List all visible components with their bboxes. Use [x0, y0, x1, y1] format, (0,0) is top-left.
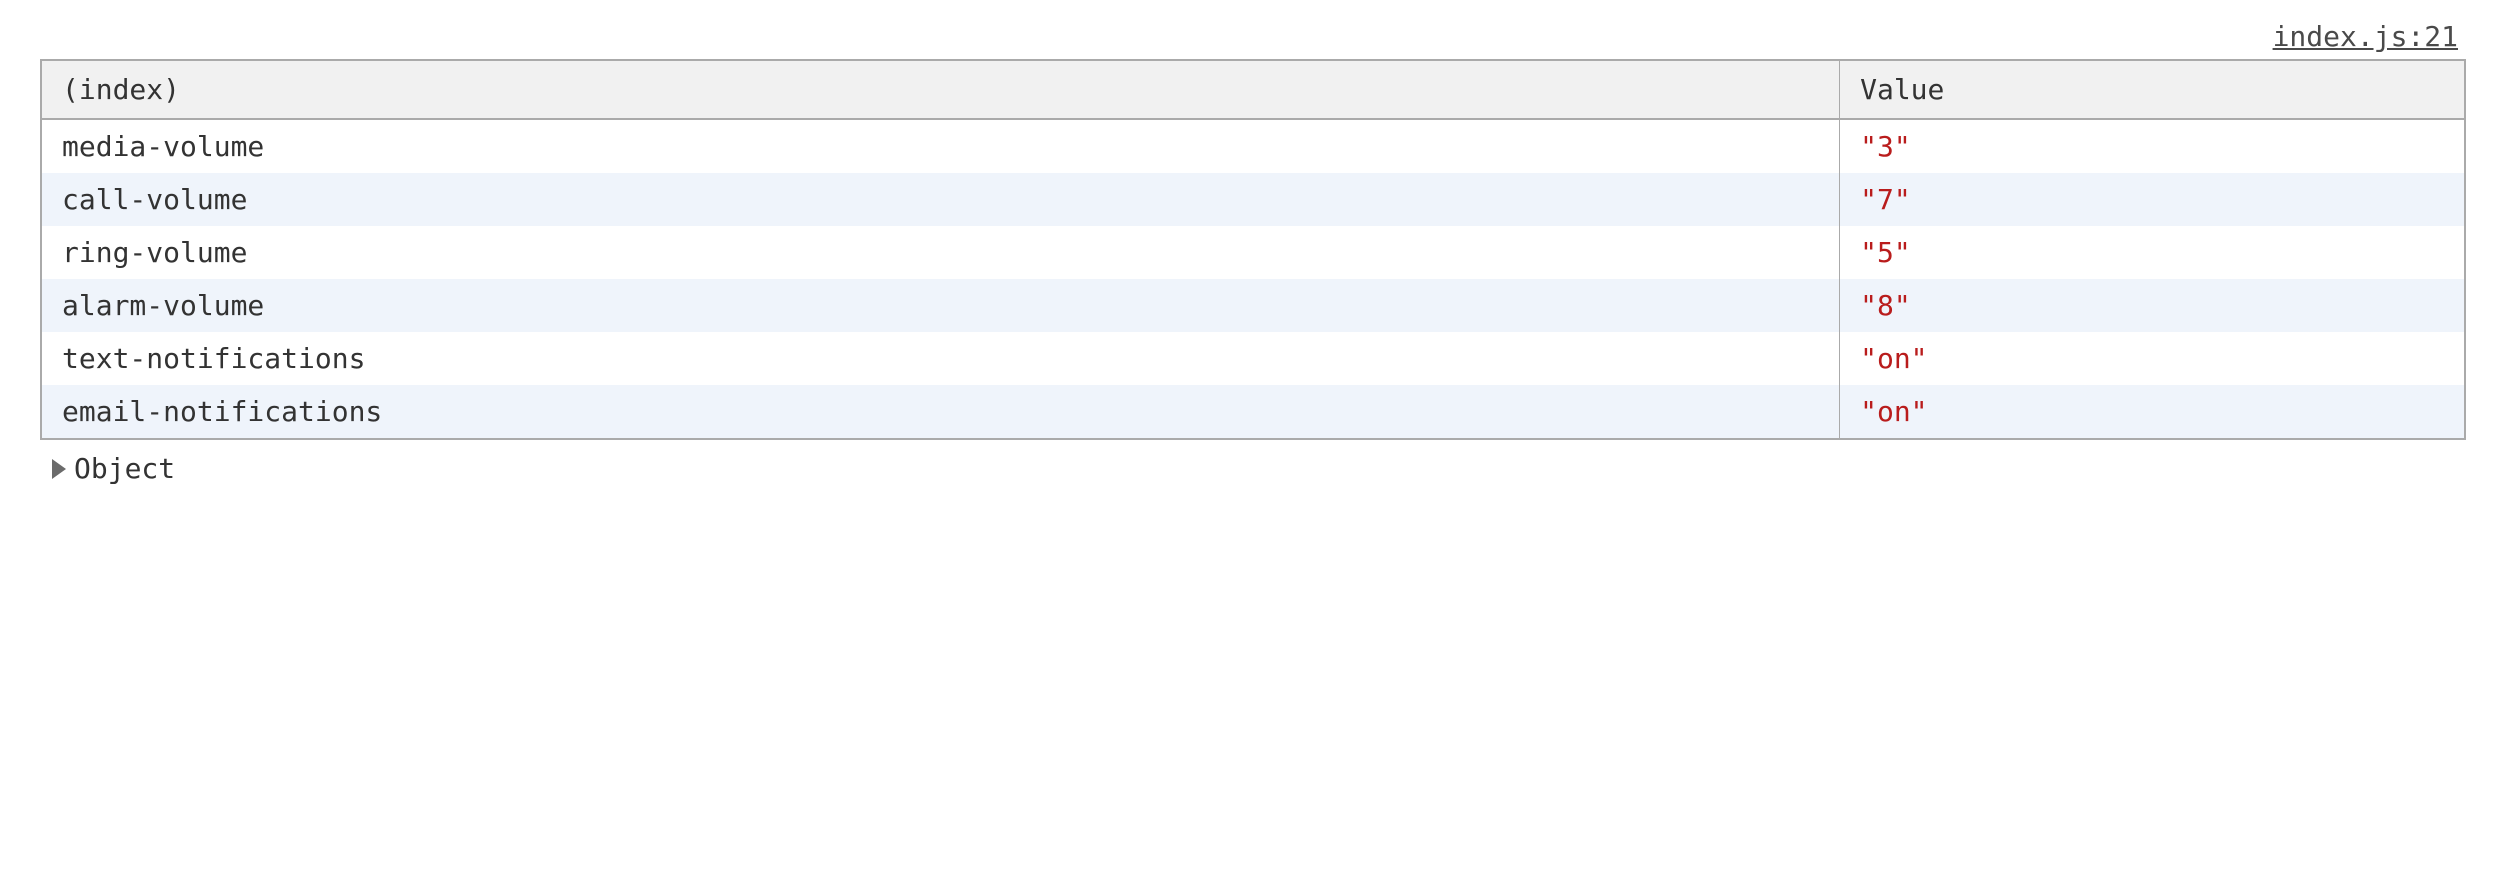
object-expand-toggle[interactable]: Object: [40, 444, 2466, 493]
cell-value: "7": [1840, 173, 2465, 226]
table-row: text-notifications "on": [41, 332, 2465, 385]
expand-triangle-icon: [52, 459, 66, 479]
cell-value: "3": [1840, 119, 2465, 173]
table-body: media-volume "3" call-volume "7" ring-vo…: [41, 119, 2465, 439]
string-value: "8": [1860, 289, 1911, 322]
source-link-container: index.js:21: [40, 20, 2466, 53]
column-header-index[interactable]: (index): [41, 60, 1840, 119]
string-value: "7": [1860, 183, 1911, 216]
table-row: ring-volume "5": [41, 226, 2465, 279]
table-row: call-volume "7": [41, 173, 2465, 226]
console-table: (index) Value media-volume "3" call-volu…: [40, 59, 2466, 440]
object-label: Object: [74, 452, 175, 485]
cell-key: media-volume: [41, 119, 1840, 173]
cell-value: "on": [1840, 332, 2465, 385]
string-value: "5": [1860, 236, 1911, 269]
cell-value: "8": [1840, 279, 2465, 332]
table-row: email-notifications "on": [41, 385, 2465, 439]
cell-key: alarm-volume: [41, 279, 1840, 332]
string-value: "on": [1860, 395, 1927, 428]
source-link[interactable]: index.js:21: [2273, 20, 2458, 53]
column-header-value[interactable]: Value: [1840, 60, 2465, 119]
table-row: media-volume "3": [41, 119, 2465, 173]
string-value: "3": [1860, 130, 1911, 163]
cell-key: call-volume: [41, 173, 1840, 226]
console-output: index.js:21 (index) Value media-volume "…: [40, 20, 2466, 493]
table-row: alarm-volume "8": [41, 279, 2465, 332]
string-value: "on": [1860, 342, 1927, 375]
cell-key: text-notifications: [41, 332, 1840, 385]
cell-value: "5": [1840, 226, 2465, 279]
cell-value: "on": [1840, 385, 2465, 439]
cell-key: email-notifications: [41, 385, 1840, 439]
cell-key: ring-volume: [41, 226, 1840, 279]
